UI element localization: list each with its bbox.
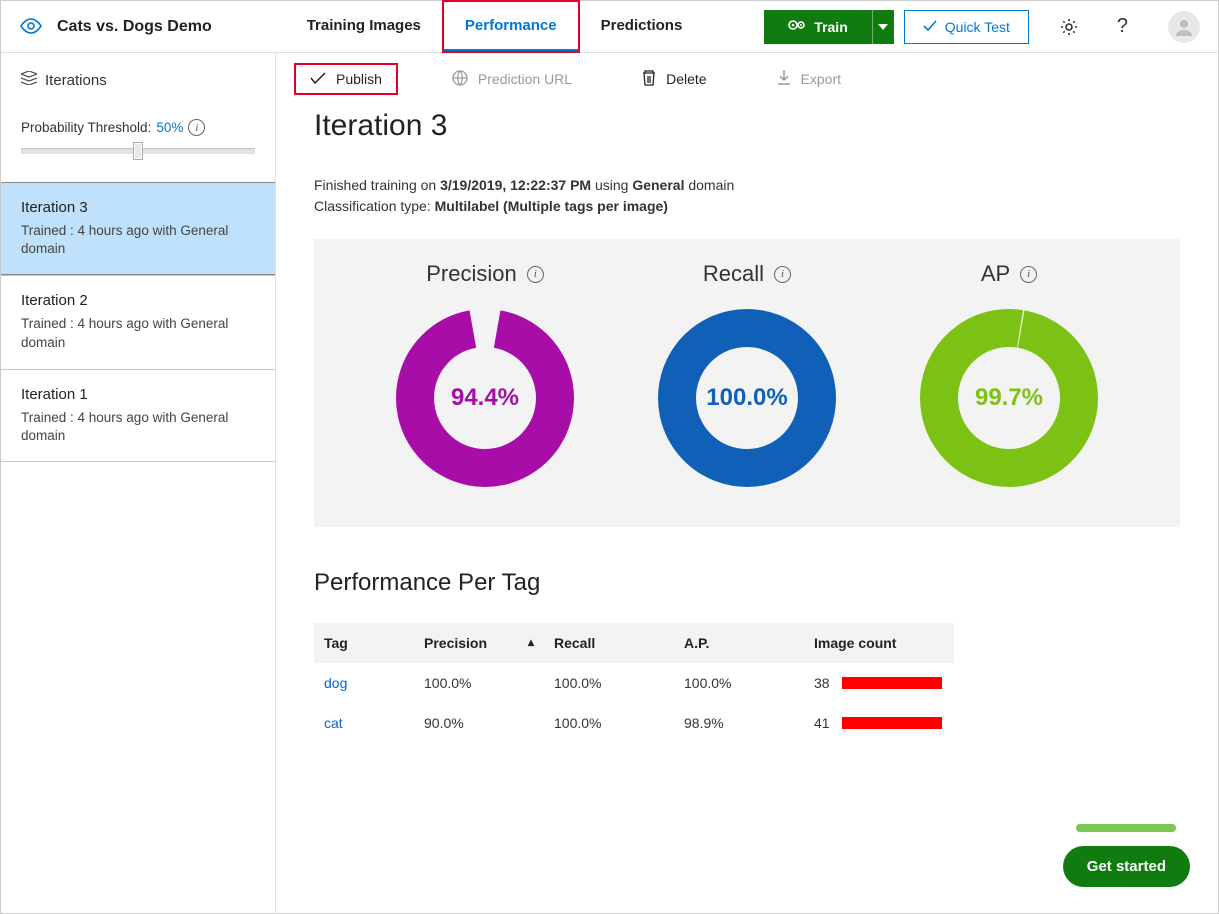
project-title: Cats vs. Dogs Demo [57,18,212,36]
metric-title: Precisioni [392,261,578,287]
th-precision[interactable]: Precision ▴ [414,623,544,663]
publish-label: Publish [336,71,382,87]
training-finished-line: Finished training on 3/19/2019, 12:22:37… [314,175,1180,196]
th-recall[interactable]: Recall [544,623,674,663]
download-icon [777,70,791,89]
threshold-label: Probability Threshold: [21,120,151,135]
iteration-item[interactable]: Iteration 3 Trained : 4 hours ago with G… [1,182,275,275]
iteration-subtitle: Trained : 4 hours ago with General domai… [21,315,255,351]
donut-chart: 94.4% [392,305,578,491]
sidebar-title: Iterations [21,71,255,89]
check-icon [310,71,326,87]
th-image-count[interactable]: Image count [804,623,954,663]
delete-button[interactable]: Delete [628,64,720,95]
cell-recall: 100.0% [544,703,674,743]
donut-chart: 100.0% [654,305,840,491]
iteration-name: Iteration 1 [21,386,255,403]
metric-value: 100.0% [654,305,840,491]
metric-precision: Precisioni 94.4% [392,261,578,491]
table-row: dog 100.0% 100.0% 100.0% 38 [314,663,954,703]
action-bar: Publish Prediction URL Delete Export [276,53,1218,105]
perf-per-tag-heading: Performance Per Tag [314,569,1180,597]
iteration-title: Iteration 3 [314,109,1180,143]
count-bar [842,677,942,689]
avatar[interactable] [1168,11,1200,43]
info-icon[interactable]: i [188,119,205,136]
help-icon[interactable]: ? [1117,15,1128,38]
layers-icon [21,71,37,89]
quick-test-label: Quick Test [945,19,1010,35]
iteration-subtitle: Trained : 4 hours ago with General domai… [21,222,255,258]
cell-recall: 100.0% [544,663,674,703]
metric-title: APi [916,261,1102,287]
info-icon[interactable]: i [774,266,791,283]
train-button[interactable]: Train [764,10,893,44]
table-row: cat 90.0% 100.0% 98.9% 41 [314,703,954,743]
threshold-value: 50% [156,120,183,135]
globe-icon [452,70,468,89]
metric-recall: Recalli 100.0% [654,261,840,491]
cell-precision: 100.0% [414,663,544,703]
delete-label: Delete [666,71,706,87]
threshold-slider[interactable] [21,148,255,154]
prediction-url-label: Prediction URL [478,71,572,87]
cell-ap: 98.9% [674,703,804,743]
info-icon[interactable]: i [527,266,544,283]
perf-table: Tag Precision ▴ Recall A.P. Image count … [314,623,954,743]
tab-predictions[interactable]: Predictions [579,1,705,52]
get-started-widget: Get started [1063,824,1190,887]
classification-type-line: Classification type: Multilabel (Multipl… [314,196,1180,217]
tag-link[interactable]: dog [314,663,414,703]
metric-ap: APi 99.7% [916,261,1102,491]
cell-precision: 90.0% [414,703,544,743]
main-panel: Publish Prediction URL Delete Export Ite… [276,53,1218,913]
top-bar: Cats vs. Dogs Demo Training Images Perfo… [1,1,1218,53]
sort-asc-icon: ▴ [528,635,534,649]
tab-performance[interactable]: Performance [443,1,579,52]
top-tabs: Training Images Performance Predictions [285,1,705,52]
cell-image-count: 41 [804,703,954,743]
iteration-item[interactable]: Iteration 1 Trained : 4 hours ago with G… [1,369,275,462]
metric-value: 99.7% [916,305,1102,491]
tag-link[interactable]: cat [314,703,414,743]
check-icon [923,19,937,35]
get-started-button[interactable]: Get started [1063,846,1190,887]
prediction-url-button[interactable]: Prediction URL [438,64,586,95]
sidebar-title-text: Iterations [45,72,107,89]
quick-test-button[interactable]: Quick Test [904,10,1029,44]
cell-ap: 100.0% [674,663,804,703]
donut-chart: 99.7% [916,305,1102,491]
cell-image-count: 38 [804,663,954,703]
iteration-name: Iteration 3 [21,199,255,216]
publish-button[interactable]: Publish [296,65,396,93]
slider-thumb[interactable] [133,142,143,160]
export-label: Export [801,71,841,87]
trash-icon [642,70,656,89]
settings-icon[interactable] [1059,17,1079,37]
iteration-subtitle: Trained : 4 hours ago with General domai… [21,409,255,445]
metrics-card: Precisioni 94.4% Recalli 100.0% APi 99.7… [314,239,1180,527]
th-tag[interactable]: Tag [314,623,414,663]
threshold-row: Probability Threshold: 50% i [1,101,275,142]
iteration-item[interactable]: Iteration 2 Trained : 4 hours ago with G… [1,275,275,368]
logo-eye-icon [19,18,43,36]
train-label: Train [814,19,847,35]
th-ap[interactable]: A.P. [674,623,804,663]
iteration-list: Iteration 3 Trained : 4 hours ago with G… [1,182,275,462]
count-bar [842,717,942,729]
get-started-progress-bar [1076,824,1176,832]
tab-training-images[interactable]: Training Images [285,1,443,52]
train-dropdown-caret[interactable] [872,10,894,44]
export-button[interactable]: Export [763,64,855,95]
iteration-name: Iteration 2 [21,292,255,309]
gears-icon [788,18,806,35]
info-icon[interactable]: i [1020,266,1037,283]
metric-value: 94.4% [392,305,578,491]
metric-title: Recalli [654,261,840,287]
sidebar: Iterations Probability Threshold: 50% i … [1,53,276,913]
